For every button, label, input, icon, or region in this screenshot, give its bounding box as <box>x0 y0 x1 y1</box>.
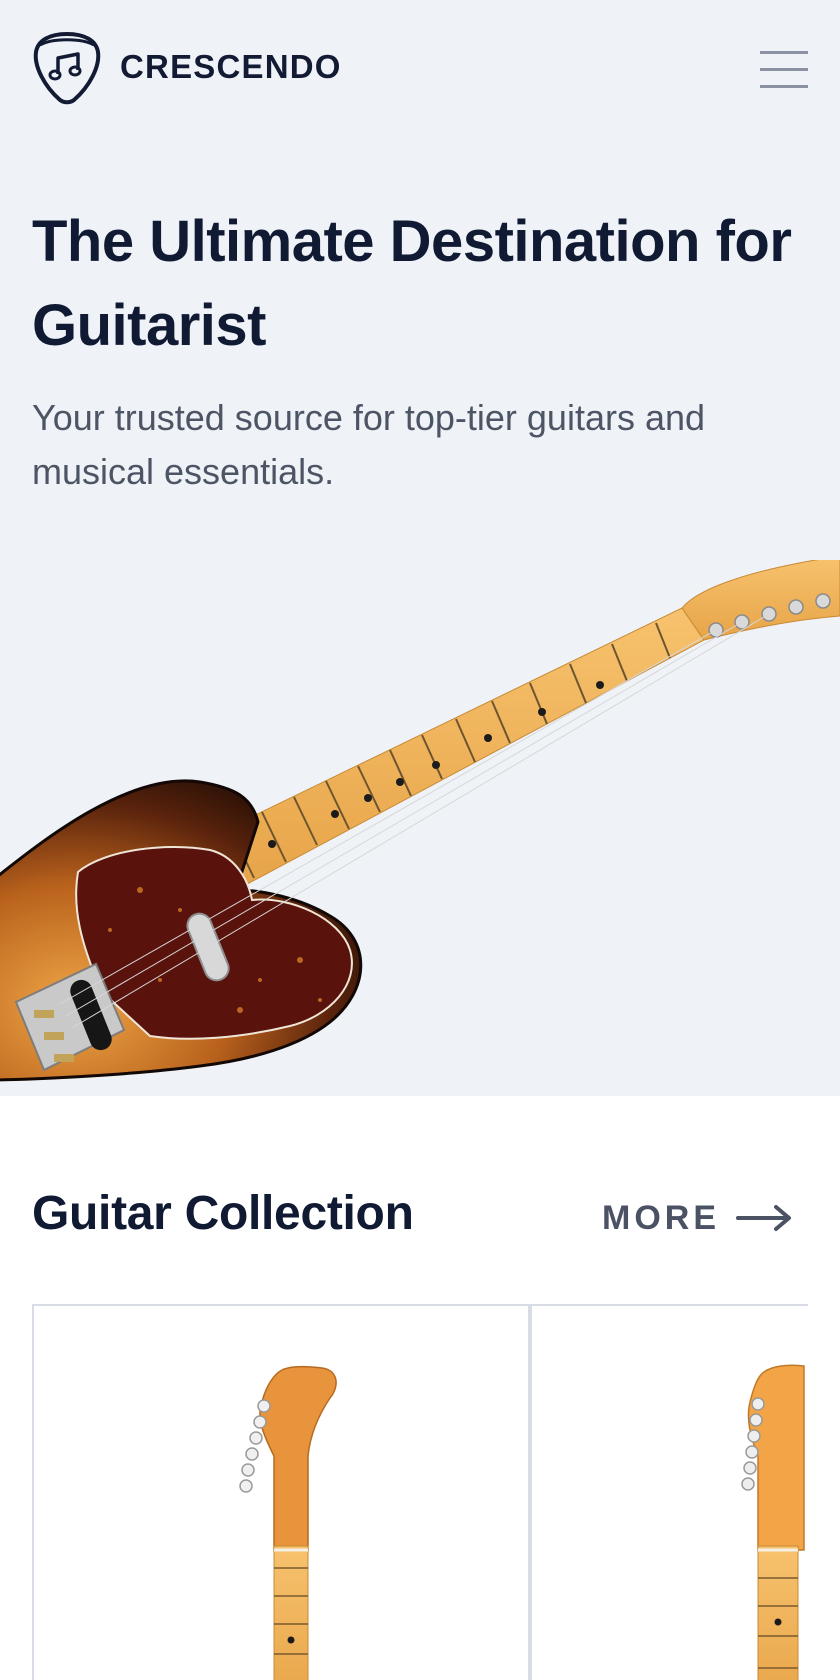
hamburger-menu-icon <box>760 50 808 88</box>
collection-title: Guitar Collection <box>32 1187 414 1240</box>
product-image <box>741 1364 805 1680</box>
arrow-right-icon <box>736 1205 791 1231</box>
hero-subtitle: Your trusted source for top-tier guitars… <box>32 397 706 492</box>
product-carousel <box>32 1304 808 1680</box>
product-card[interactable] <box>530 1304 808 1680</box>
product-card[interactable] <box>32 1304 530 1680</box>
hero-section: CRESCENDO The Ultimate Destination for G… <box>0 0 840 1096</box>
brand-logo[interactable] <box>32 30 102 106</box>
guitar-pick-music-note-icon <box>33 31 101 105</box>
top-navigation: CRESCENDO <box>32 30 808 106</box>
hero-guitar-image <box>0 560 840 1082</box>
more-label: MORE <box>602 1198 720 1237</box>
menu-button[interactable] <box>760 50 808 88</box>
more-link[interactable]: MORE <box>602 1194 792 1242</box>
product-image <box>239 1365 337 1680</box>
hero-title: The Ultimate Destination for Guitarist <box>32 209 792 358</box>
brand-name: CRESCENDO <box>120 48 342 85</box>
